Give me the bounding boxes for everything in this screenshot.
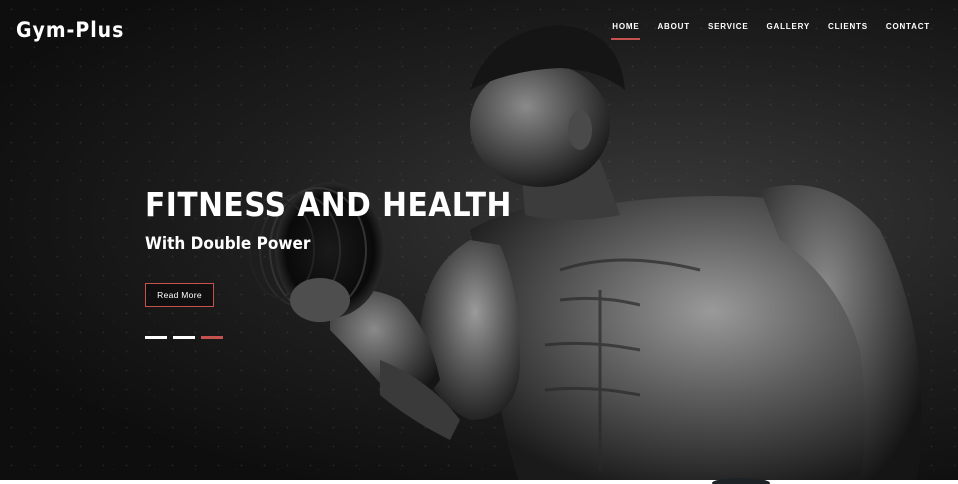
hero-title: FITNESS AND HEALTH [145,185,512,224]
hero-subtitle: With Double Power [145,234,311,254]
scroll-element-peek [712,478,770,484]
site-logo[interactable]: Gym-Plus [16,18,124,42]
nav-item-gallery[interactable]: GALLERY [749,22,811,31]
slider-dot-1[interactable] [145,336,167,339]
page-bottom-edge [0,480,958,484]
slider-dot-3[interactable] [201,336,223,339]
nav-item-contact[interactable]: CONTACT [868,22,930,31]
nav-item-service[interactable]: SERVICE [690,22,749,31]
slider-dot-2[interactable] [173,336,195,339]
slider-indicators [145,336,223,339]
nav-item-home[interactable]: HOME [611,22,641,40]
main-nav: HOME ABOUT SERVICE GALLERY CLIENTS CONTA… [611,22,930,40]
hero-background-image [249,25,922,484]
nav-item-clients[interactable]: CLIENTS [810,22,868,31]
hero-section: Gym-Plus HOME ABOUT SERVICE GALLERY CLIE… [0,0,958,484]
nav-item-about[interactable]: ABOUT [639,22,689,31]
read-more-button[interactable]: Read More [145,283,214,307]
